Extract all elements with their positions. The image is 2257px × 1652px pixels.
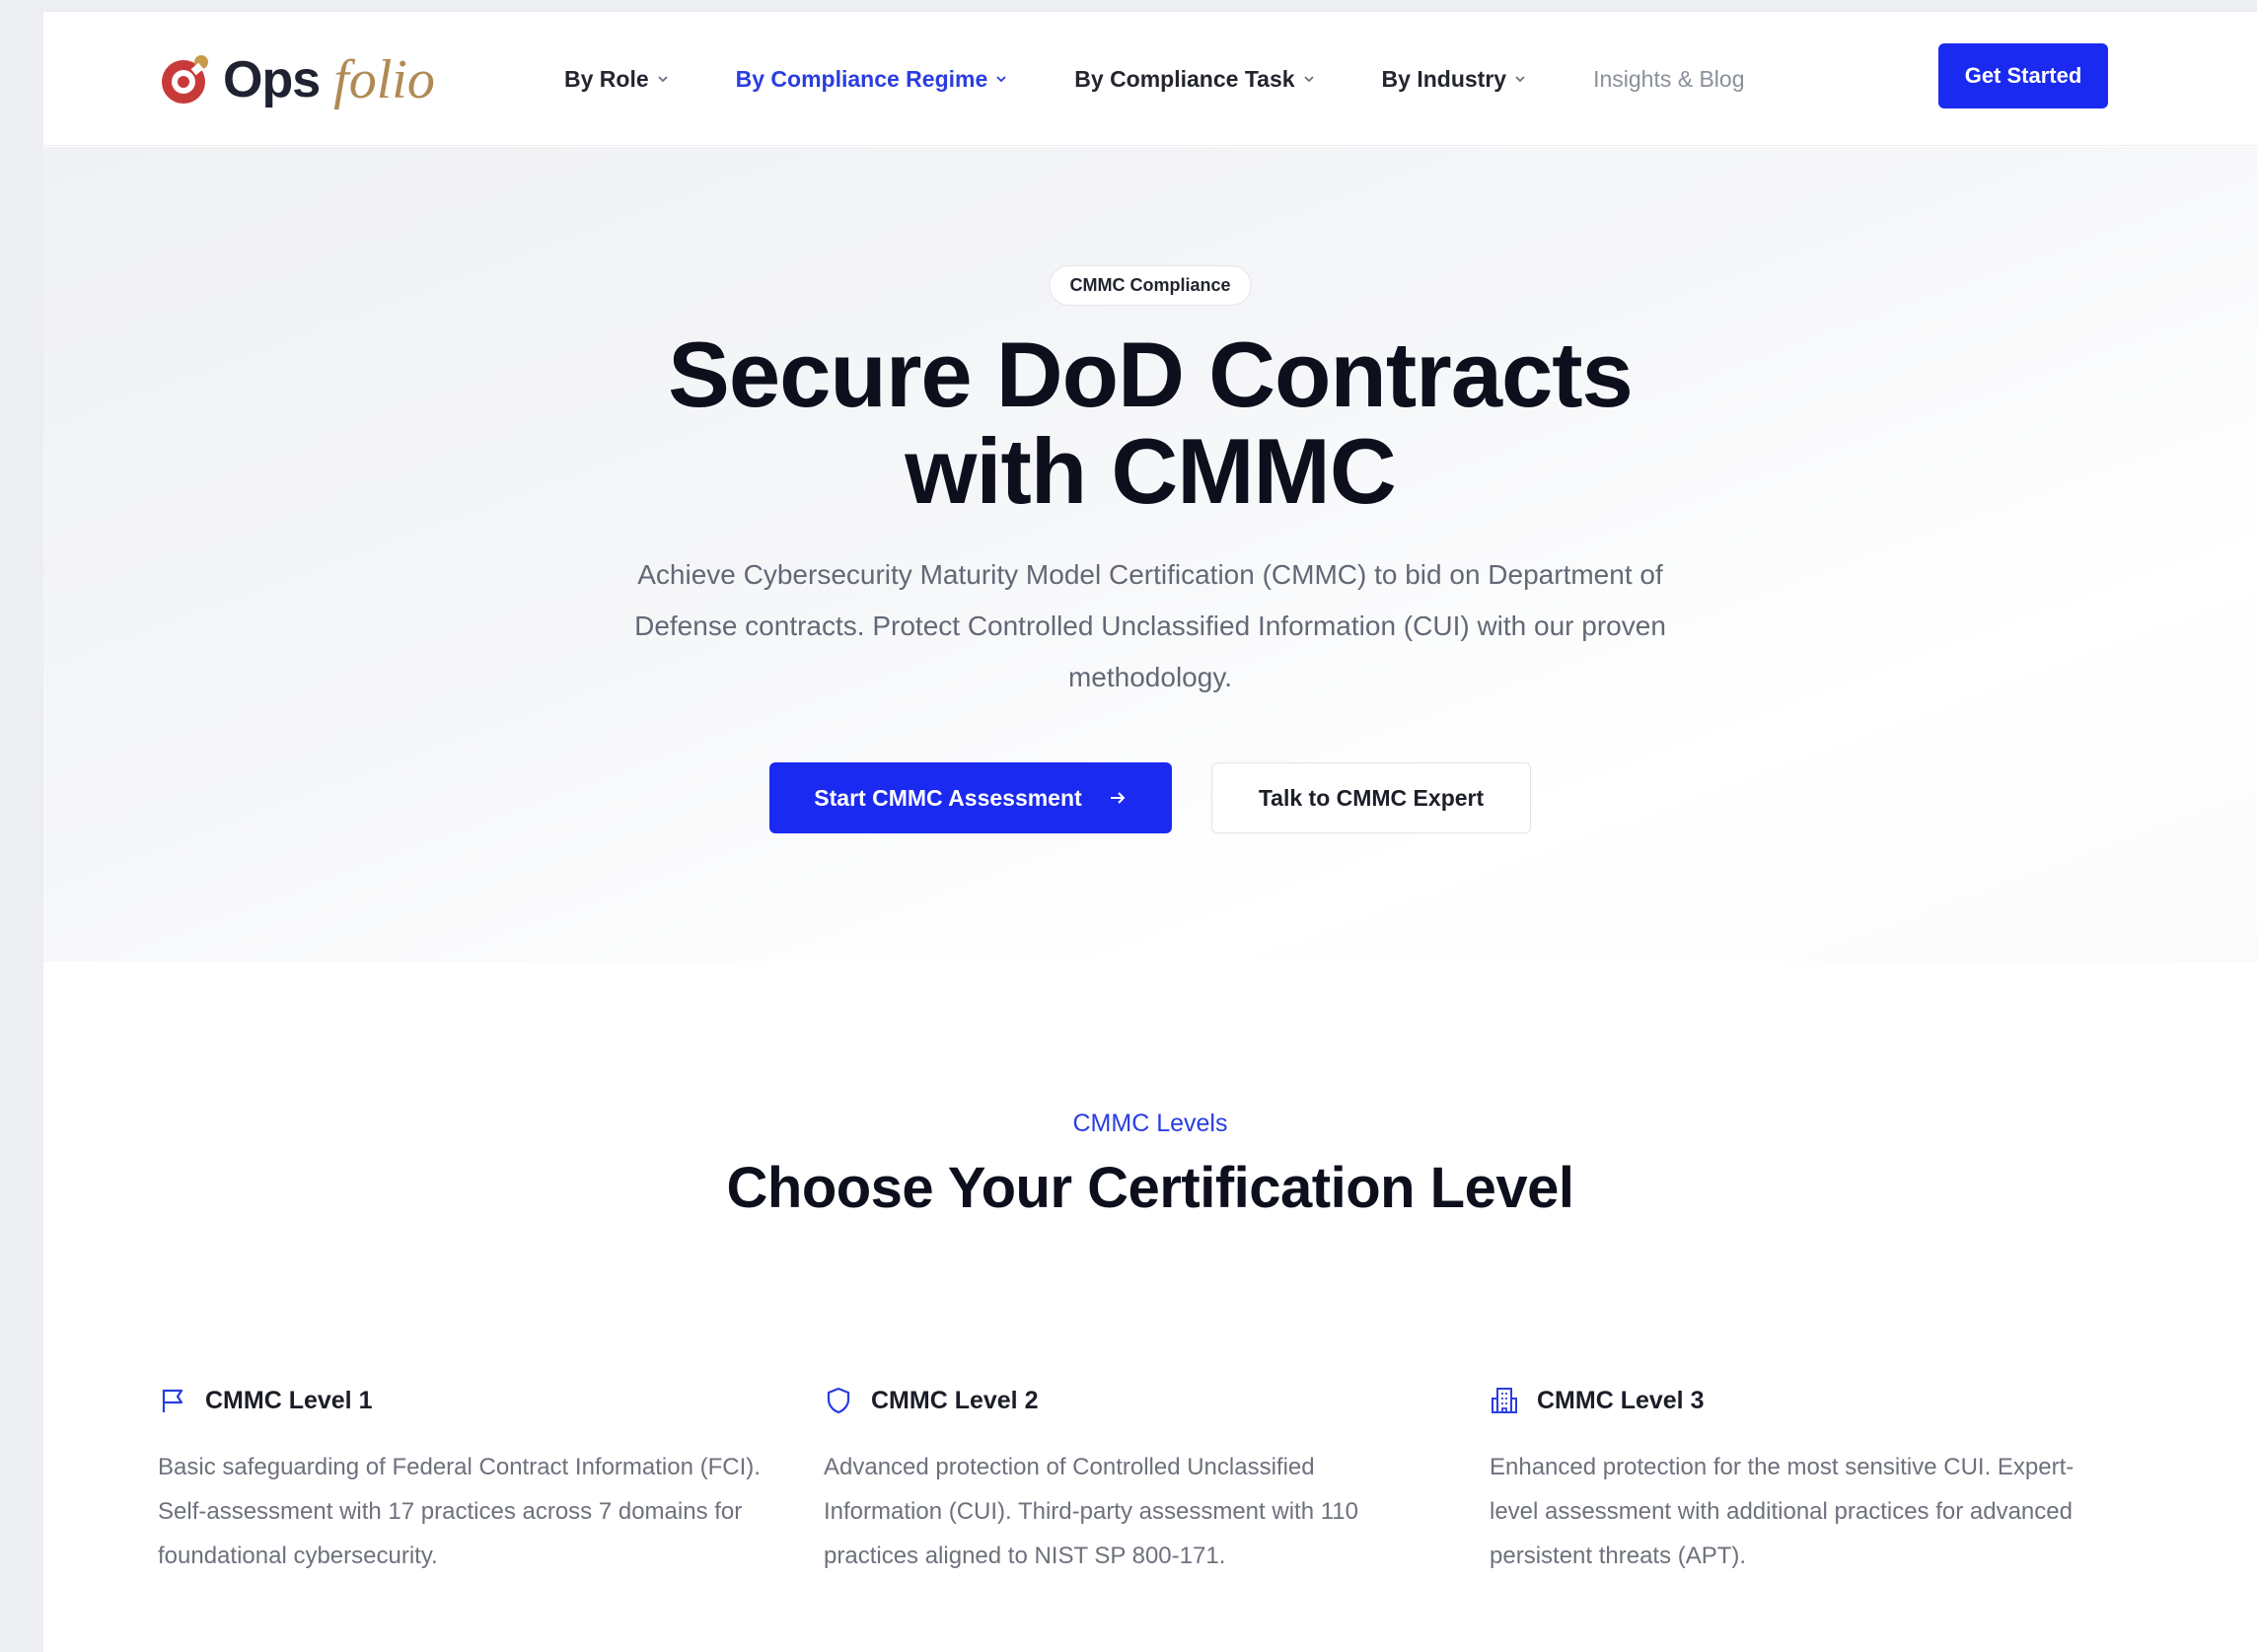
nav-insights-blog[interactable]: Insights & Blog [1593,66,1744,93]
level-card-1: CMMC Level 1 Basic safeguarding of Feder… [158,1386,824,1578]
building-icon [1492,1388,1517,1413]
logo-text-folio: folio [333,49,435,110]
nav-label: By Role [564,65,649,92]
start-assessment-label: Start CMMC Assessment [814,784,1082,811]
site-header: Ops folio By Role By Compliance Regime By… [43,12,2257,146]
hero-title: Secure DoD Contracts with CMMC [43,326,2257,520]
logo-text-ops: Ops [223,51,321,108]
level-cards: CMMC Level 1 Basic safeguarding of Feder… [158,1386,2155,1578]
card-header: CMMC Level 3 [1490,1386,2155,1415]
nav-label: By Compliance Regime [735,65,988,92]
hero-cta-group: Start CMMC Assessment Talk to CMMC Exper… [43,762,2257,833]
section-eyebrow: CMMC Levels [1072,1110,1228,1137]
shield-icon [827,1387,850,1414]
browser-page: Ops folio By Role By Compliance Regime By… [43,12,2257,1652]
opsfolio-logo[interactable]: Ops folio [158,45,435,114]
levels-section: CMMC Levels Choose Your Certification Le… [43,962,2257,1652]
section-title: Choose Your Certification Level [726,1156,1574,1220]
hero-section: CMMC Compliance Secure DoD Contracts wit… [43,147,2257,962]
get-started-button[interactable]: Get Started [1938,43,2108,108]
opsfolio-logo-icon [162,55,208,104]
chevron-down-icon [1515,76,1525,83]
nav-label: By Compliance Task [1074,65,1295,92]
chevron-down-icon [996,76,1006,83]
card-description: Enhanced protection for the most sensiti… [1490,1454,2075,1569]
nav-by-industry[interactable]: By Industry [1382,66,1527,93]
flag-icon [162,1389,183,1412]
nav-label: By Industry [1381,65,1507,92]
hero-title-line1: Secure DoD Contracts [668,323,1634,426]
card-header: CMMC Level 2 [824,1386,1490,1415]
nav-by-compliance-regime[interactable]: By Compliance Regime [736,66,1008,93]
nav-label: Insights & Blog [1593,65,1745,92]
nav-by-role[interactable]: By Role [564,66,669,93]
hero-badge: CMMC Compliance [1049,265,1252,306]
talk-to-expert-button[interactable]: Talk to CMMC Expert [1211,762,1531,833]
hero-subtitle: Achieve Cybersecurity Maturity Model Cer… [634,559,1666,692]
card-description: Advanced protection of Controlled Unclas… [824,1454,1358,1569]
hero-title-line2: with CMMC [905,419,1396,523]
card-description: Basic safeguarding of Federal Contract I… [158,1454,761,1569]
card-header: CMMC Level 1 [158,1386,824,1415]
chevron-down-icon [658,76,668,83]
level-card-3: CMMC Level 3 Enhanced protection for the… [1490,1386,2155,1578]
start-assessment-button[interactable]: Start CMMC Assessment [769,762,1172,833]
card-title: CMMC Level 1 [205,1386,373,1414]
card-title: CMMC Level 3 [1537,1386,1705,1414]
card-title: CMMC Level 2 [871,1386,1039,1414]
level-card-2: CMMC Level 2 Advanced protection of Cont… [824,1386,1490,1578]
arrow-right-icon [1110,792,1126,804]
chevron-down-icon [1303,76,1314,83]
main-nav: By Role By Compliance Regime By Complian… [564,12,1812,146]
nav-by-compliance-task[interactable]: By Compliance Task [1074,66,1314,93]
